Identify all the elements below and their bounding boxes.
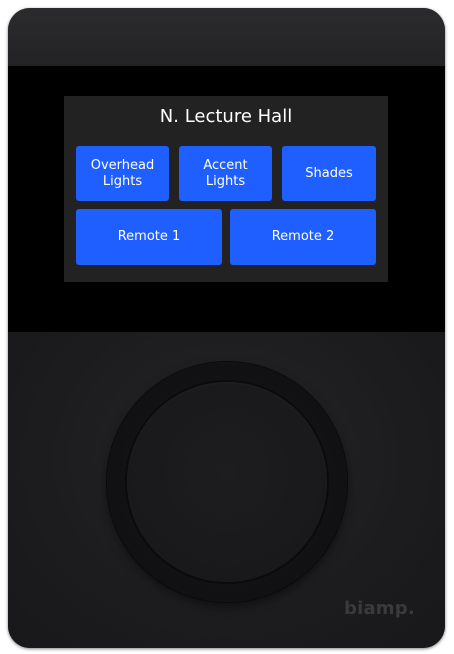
overhead-lights-button[interactable]: Overhead Lights (76, 146, 169, 201)
brand-logo: biamp. (344, 598, 415, 619)
shades-button[interactable]: Shades (282, 146, 376, 201)
remote-1-button[interactable]: Remote 1 (76, 209, 222, 265)
room-title: N. Lecture Hall (159, 106, 293, 127)
volume-knob-face[interactable] (127, 382, 327, 582)
remote-2-button[interactable]: Remote 2 (230, 209, 376, 265)
volume-knob[interactable] (107, 362, 347, 602)
device-top-bezel (8, 8, 445, 66)
touch-display: N. Lecture Hall Overhead Lights Accent L… (64, 96, 388, 282)
accent-lights-button[interactable]: Accent Lights (179, 146, 272, 201)
